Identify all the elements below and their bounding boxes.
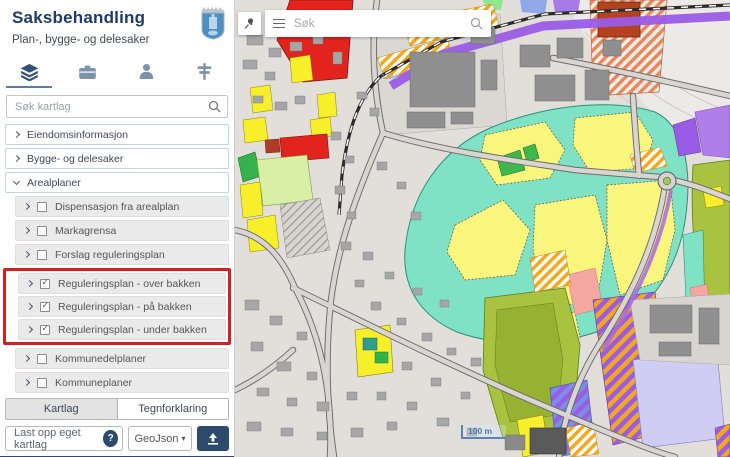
highlight-annotation-box: Reguleringsplan - over bakken Regulering… bbox=[3, 268, 231, 345]
layer-checkbox[interactable] bbox=[37, 202, 47, 212]
app-subtitle: Plan-, bygge- og delesaker bbox=[12, 34, 226, 46]
layer-search-input[interactable] bbox=[6, 95, 228, 118]
chevron-right-icon bbox=[13, 155, 20, 162]
layer-checkbox[interactable] bbox=[37, 378, 47, 388]
upload-icon bbox=[206, 432, 220, 446]
search-icon bbox=[208, 100, 221, 113]
layer-label: Markagrensa bbox=[55, 225, 116, 237]
layer-label: Reguleringsplan - på bakken bbox=[58, 301, 192, 313]
chevron-down-icon: ▾ bbox=[182, 434, 186, 443]
section-bygge-og-delesaker[interactable]: Bygge- og delesaker bbox=[5, 148, 229, 169]
section-label: Eiendomsinformasjon bbox=[27, 129, 128, 141]
sidebar: Saksbehandling Plan-, bygge- og delesake… bbox=[0, 0, 235, 457]
chevron-right-icon bbox=[23, 251, 30, 258]
layer-checkbox[interactable] bbox=[37, 354, 47, 364]
layer-dispensasjon-fra-arealplan[interactable]: Dispensasjon fra arealplan bbox=[15, 196, 229, 217]
signpost-icon bbox=[195, 62, 214, 81]
layer-panel: Eiendomsinformasjon Bygge- og delesaker … bbox=[0, 124, 234, 396]
pushpin-icon bbox=[243, 17, 256, 30]
tab-map-layers[interactable] bbox=[0, 54, 59, 88]
bottom-tab-bar: Kartlag Tegnforklaring bbox=[5, 398, 229, 420]
layer-label: Kommuneplaner bbox=[55, 377, 132, 389]
tab-user[interactable] bbox=[117, 54, 176, 88]
tab-kartlag[interactable]: Kartlag bbox=[6, 399, 118, 419]
user-icon bbox=[137, 62, 156, 81]
map-container[interactable]: 1338 100 m bbox=[235, 0, 730, 457]
search-icon[interactable] bbox=[470, 17, 483, 30]
map-pin-button[interactable] bbox=[238, 12, 261, 35]
tab-filters[interactable] bbox=[176, 54, 235, 88]
layer-label: Kommunedelplaner bbox=[55, 353, 146, 365]
layer-label: Reguleringsplan - under bakken bbox=[58, 324, 207, 336]
chevron-right-icon bbox=[26, 280, 33, 287]
chevron-right-icon bbox=[23, 379, 30, 386]
tab-tegnforklaring[interactable]: Tegnforklaring bbox=[118, 399, 229, 419]
menu-icon[interactable] bbox=[273, 19, 285, 29]
layer-reguleringsplan-over-bakken[interactable]: Reguleringsplan - over bakken bbox=[18, 273, 226, 294]
plan-id-label: 1338 bbox=[381, 74, 399, 81]
chevron-right-icon bbox=[23, 203, 30, 210]
layer-markagrensa[interactable]: Markagrensa bbox=[15, 220, 229, 241]
layer-checkbox[interactable] bbox=[37, 226, 47, 236]
layer-checkbox[interactable] bbox=[40, 325, 50, 335]
layer-kommuneplaner[interactable]: Kommuneplaner bbox=[15, 372, 229, 393]
map-search-bar bbox=[265, 10, 491, 37]
layer-label: Dispensasjon fra arealplan bbox=[55, 201, 179, 213]
help-button[interactable]: ? bbox=[103, 430, 118, 447]
briefcase-icon bbox=[78, 62, 97, 81]
layer-search bbox=[6, 95, 228, 118]
upload-own-layer[interactable]: Last opp eget kartlag ? bbox=[5, 426, 123, 451]
chevron-right-icon bbox=[26, 326, 33, 333]
chevron-right-icon bbox=[23, 355, 30, 362]
map-canvas[interactable] bbox=[235, 0, 730, 457]
layer-forslag-reguleringsplan[interactable]: Forslag reguleringsplan bbox=[15, 244, 229, 265]
upload-label: Last opp eget kartlag bbox=[14, 427, 103, 451]
sidebar-header: Saksbehandling Plan-, bygge- og delesake… bbox=[0, 0, 234, 52]
layer-checkbox[interactable] bbox=[40, 302, 50, 312]
application-window: Saksbehandling Plan-, bygge- og delesake… bbox=[0, 0, 730, 457]
chevron-right-icon bbox=[23, 227, 30, 234]
section-eiendomsinformasjon[interactable]: Eiendomsinformasjon bbox=[5, 124, 229, 145]
layer-checkbox[interactable] bbox=[40, 279, 50, 289]
map-search-input[interactable] bbox=[294, 18, 461, 30]
layers-icon bbox=[20, 62, 39, 81]
section-arealplaner[interactable]: Arealplaner bbox=[5, 172, 229, 193]
layer-checkbox[interactable] bbox=[37, 250, 47, 260]
chevron-down-icon bbox=[13, 178, 20, 185]
chevron-right-icon bbox=[13, 131, 20, 138]
chevron-right-icon bbox=[26, 303, 33, 310]
tab-cases[interactable] bbox=[59, 54, 118, 88]
layer-label: Forslag reguleringsplan bbox=[55, 249, 165, 261]
format-dropdown[interactable]: GeoJson ▾ bbox=[128, 426, 192, 451]
layer-label: Reguleringsplan - over bakken bbox=[58, 278, 200, 290]
layer-reguleringsplan-under-bakken[interactable]: Reguleringsplan - under bakken bbox=[18, 319, 226, 340]
upload-row: Last opp eget kartlag ? GeoJson ▾ bbox=[5, 426, 229, 451]
upload-button[interactable] bbox=[197, 426, 229, 451]
map-scale-bar: 100 m bbox=[461, 425, 506, 439]
municipality-coat-of-arms-logo bbox=[200, 4, 226, 40]
layer-kommunedelplaner[interactable]: Kommunedelplaner bbox=[15, 348, 229, 369]
section-label: Arealplaner bbox=[27, 177, 81, 189]
format-value: GeoJson bbox=[134, 433, 178, 445]
sidebar-nav-tabs bbox=[0, 54, 234, 88]
app-title: Saksbehandling bbox=[12, 8, 226, 28]
section-label: Bygge- og delesaker bbox=[27, 153, 123, 165]
layer-reguleringsplan-pa-bakken[interactable]: Reguleringsplan - på bakken bbox=[18, 296, 226, 317]
